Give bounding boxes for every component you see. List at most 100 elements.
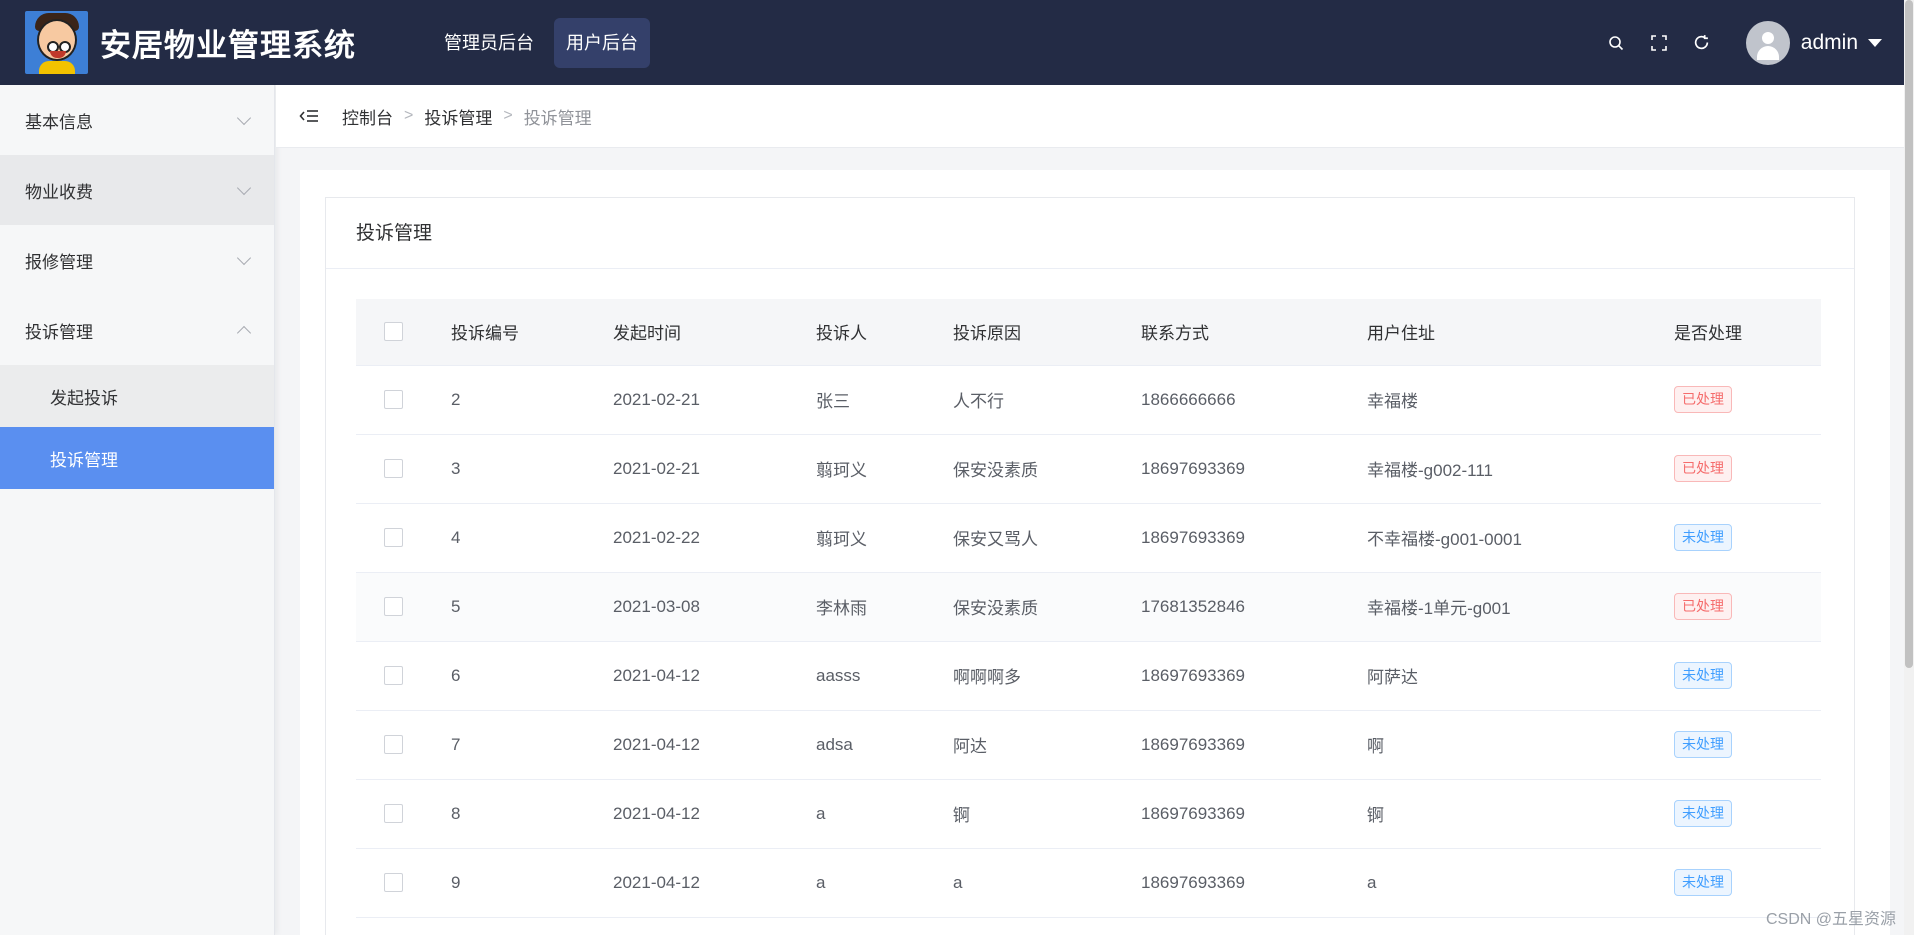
cell-reason: 人不行 bbox=[953, 365, 1141, 435]
cell-status: 未处理 bbox=[1674, 779, 1821, 849]
chevron-down-icon[interactable] bbox=[1868, 38, 1882, 47]
table-row[interactable]: 8 2021-04-12 a 锕 18697693369 锕未处理 bbox=[356, 779, 1821, 849]
chevron-down-icon bbox=[236, 250, 252, 265]
cell-phone: 18697693369 bbox=[1141, 503, 1367, 573]
cell-reason: 保安又骂人 bbox=[953, 503, 1141, 573]
cell-reason: 保安没素质 bbox=[953, 572, 1141, 642]
cell-person: adsa bbox=[816, 710, 953, 780]
top-nav: 管理员后台 用户后台 bbox=[432, 17, 650, 68]
table-row[interactable]: 5 2021-03-08 李林雨 保安没素质 17681352846 幸福楼-1单元-g0… bbox=[356, 572, 1821, 642]
row-checkbox-cell bbox=[356, 779, 451, 849]
cell-reason: 保安没素质 bbox=[953, 434, 1141, 504]
cell-date: 2021-04-12 bbox=[613, 710, 816, 780]
column-header[interactable]: 用户住址 bbox=[1367, 299, 1674, 366]
row-checkbox[interactable] bbox=[384, 873, 403, 892]
app-logo bbox=[25, 11, 88, 74]
row-checkbox[interactable] bbox=[384, 666, 403, 685]
cell-status: 未处理 bbox=[1674, 503, 1821, 573]
status-badge: 未处理 bbox=[1674, 662, 1732, 689]
sidebar-item-property-fees[interactable]: 物业收费 bbox=[0, 155, 274, 225]
cell-phone: 17681352846 bbox=[1141, 572, 1367, 642]
column-header[interactable]: 投诉编号 bbox=[451, 299, 613, 366]
watermark: CSDN @五星资源 bbox=[1765, 911, 1896, 928]
sidebar-item-repair[interactable]: 报修管理 bbox=[0, 225, 274, 295]
cell-person: 翦珂义 bbox=[816, 434, 953, 504]
header-tools: admin bbox=[1583, 0, 1882, 85]
cell-date: 2021-02-22 bbox=[613, 503, 816, 573]
complaint-table: 投诉编号 发起时间 投诉人 投诉原因 联系方式 用户住址 是否处理 2 2021-… bbox=[356, 299, 1821, 918]
table-row[interactable]: 4 2021-02-22 翦珂义 保安又骂人 18697693369 不幸福楼-g001-… bbox=[356, 503, 1821, 573]
table-row[interactable]: 3 2021-02-21 翦珂义 保安没素质 18697693369 幸福楼-g002-1… bbox=[356, 434, 1821, 504]
user-avatar[interactable] bbox=[1745, 20, 1790, 65]
sidebar-item-label: 基本信息 bbox=[25, 112, 93, 132]
table-row[interactable]: 7 2021-04-12 adsa 阿达 18697693369 啊未处理 bbox=[356, 710, 1821, 780]
row-checkbox[interactable] bbox=[384, 597, 403, 616]
column-header[interactable]: 投诉人 bbox=[816, 299, 953, 366]
top-header: 安居物业管理系统 管理员后台 用户后台 admin bbox=[0, 0, 1904, 85]
breadcrumb: 控制台 > 投诉管理 > 投诉管理 bbox=[276, 85, 1904, 148]
row-checkbox[interactable] bbox=[384, 390, 403, 409]
sidebar-item-label: 物业收费 bbox=[25, 182, 93, 202]
table-row[interactable]: 9 2021-04-12 a a 18697693369 a 未处理 bbox=[356, 848, 1821, 918]
cell-address: 幸福楼 bbox=[1367, 365, 1674, 435]
column-header[interactable]: 发起时间 bbox=[613, 299, 816, 366]
cell-date: 2021-03-08 bbox=[613, 572, 816, 642]
breadcrumb-dashboard[interactable]: 控制台 bbox=[342, 104, 393, 129]
row-checkbox[interactable] bbox=[384, 459, 403, 478]
cell-reason: 啊啊啊多 bbox=[953, 641, 1141, 711]
status-badge: 未处理 bbox=[1674, 524, 1732, 551]
cell-date: 2021-04-12 bbox=[613, 848, 816, 918]
search-icon[interactable] bbox=[1606, 33, 1626, 53]
column-header[interactable]: 是否处理 bbox=[1674, 299, 1821, 366]
chevron-right-icon: > bbox=[404, 107, 414, 124]
select-all-checkbox[interactable] bbox=[384, 322, 403, 342]
chevron-down-icon bbox=[236, 110, 252, 125]
cell-status: 未处理 bbox=[1674, 641, 1821, 711]
chevron-up-icon bbox=[236, 325, 252, 340]
collapse-menu-icon[interactable] bbox=[299, 107, 319, 125]
status-badge: 已处理 bbox=[1674, 455, 1732, 482]
cell-person: a bbox=[816, 779, 953, 849]
scrollbar-thumb[interactable] bbox=[1905, 0, 1913, 668]
cell-phone: 18697693369 bbox=[1141, 710, 1367, 780]
cell-date: 2021-04-12 bbox=[613, 641, 816, 711]
column-header[interactable]: 联系方式 bbox=[1141, 299, 1367, 366]
cell-status: 未处理 bbox=[1674, 710, 1821, 780]
table-row[interactable]: 2 2021-02-21 张三 人不行 1866666666 幸福楼 已处理 bbox=[356, 365, 1821, 435]
status-badge: 未处理 bbox=[1674, 731, 1732, 758]
cell-phone: 18697693369 bbox=[1141, 434, 1367, 504]
cell-id: 3 bbox=[451, 434, 613, 504]
nav-admin-backend[interactable]: 管理员后台 bbox=[432, 18, 546, 68]
sidebar-item-label: 投诉管理 bbox=[25, 322, 93, 342]
chevron-right-icon: > bbox=[503, 107, 513, 124]
cell-status: 已处理 bbox=[1674, 365, 1821, 435]
sidebar-subitem-submit-complaint[interactable]: 发起投诉 bbox=[0, 365, 274, 427]
chevron-down-icon bbox=[236, 180, 252, 195]
row-checkbox[interactable] bbox=[384, 735, 403, 754]
page-scrollbar[interactable] bbox=[1904, 0, 1914, 935]
column-header[interactable]: 投诉原因 bbox=[953, 299, 1141, 366]
cell-id: 5 bbox=[451, 572, 613, 642]
cell-phone: 18697693369 bbox=[1141, 641, 1367, 711]
sidebar-item-basic-info[interactable]: 基本信息 bbox=[0, 85, 274, 155]
row-checkbox-cell bbox=[356, 503, 451, 573]
cell-id: 8 bbox=[451, 779, 613, 849]
cell-reason: 锕 bbox=[953, 779, 1141, 849]
username[interactable]: admin bbox=[1801, 31, 1858, 55]
row-checkbox-cell bbox=[356, 710, 451, 780]
cell-address: 幸福楼-g002-111 bbox=[1367, 434, 1674, 504]
sidebar-subitem-complaint-management[interactable]: 投诉管理 bbox=[0, 427, 274, 489]
cell-person: 张三 bbox=[816, 365, 953, 435]
sidebar-item-complaints[interactable]: 投诉管理 bbox=[0, 295, 274, 365]
table-header-row: 投诉编号 发起时间 投诉人 投诉原因 联系方式 用户住址 是否处理 bbox=[356, 299, 1821, 366]
row-checkbox[interactable] bbox=[384, 804, 403, 823]
breadcrumb-complaints[interactable]: 投诉管理 bbox=[424, 104, 492, 129]
nav-user-backend[interactable]: 用户后台 bbox=[554, 17, 650, 68]
cell-address: 不幸福楼-g001-0001 bbox=[1367, 503, 1674, 573]
refresh-icon[interactable] bbox=[1692, 33, 1712, 53]
table-row[interactable]: 6 2021-04-12 aasss 啊啊啊多 18697693369 阿萨达 未处理 bbox=[356, 641, 1821, 711]
cell-address: 锕 bbox=[1367, 779, 1674, 849]
fullscreen-icon[interactable] bbox=[1649, 33, 1669, 53]
row-checkbox-cell bbox=[356, 641, 451, 711]
row-checkbox[interactable] bbox=[384, 528, 403, 547]
